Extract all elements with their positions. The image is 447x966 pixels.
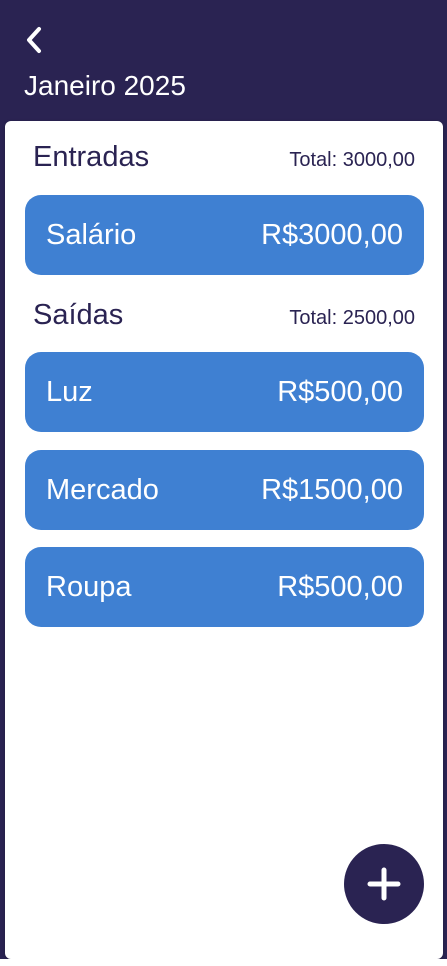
top-app-bar: Janeiro 2025 (0, 0, 447, 130)
entradas-header: Entradas Total: 3000,00 (33, 141, 415, 174)
list-item-roupa[interactable]: Roupa R$500,00 (25, 547, 424, 627)
entradas-total: Total: 3000,00 (289, 149, 415, 171)
content-card: Entradas Total: 3000,00 Salário R$3000,0… (5, 121, 443, 959)
list-item-luz[interactable]: Luz R$500,00 (25, 352, 424, 432)
item-value: R$500,00 (277, 570, 403, 603)
chevron-left-icon (27, 27, 41, 53)
bottom-edge (0, 959, 447, 966)
item-value: R$1500,00 (261, 473, 403, 506)
saidas-total: Total: 2500,00 (289, 307, 415, 329)
plus-icon (367, 867, 401, 901)
item-label: Mercado (46, 473, 159, 506)
add-button[interactable] (344, 844, 424, 924)
app-screen: Janeiro 2025 Entradas Total: 3000,00 Sal… (0, 0, 447, 966)
saidas-title: Saídas (33, 299, 124, 331)
saidas-header: Saídas Total: 2500,00 (33, 299, 415, 332)
list-item-mercado[interactable]: Mercado R$1500,00 (25, 450, 424, 530)
item-value: R$500,00 (277, 375, 403, 408)
item-label: Salário (46, 218, 137, 251)
item-label: Roupa (46, 570, 132, 603)
item-value: R$3000,00 (261, 218, 403, 251)
page-title: Janeiro 2025 (24, 70, 186, 101)
list-item-salario[interactable]: Salário R$3000,00 (25, 195, 424, 275)
back-button[interactable] (16, 22, 52, 58)
entradas-title: Entradas (33, 141, 150, 173)
item-label: Luz (46, 375, 93, 408)
